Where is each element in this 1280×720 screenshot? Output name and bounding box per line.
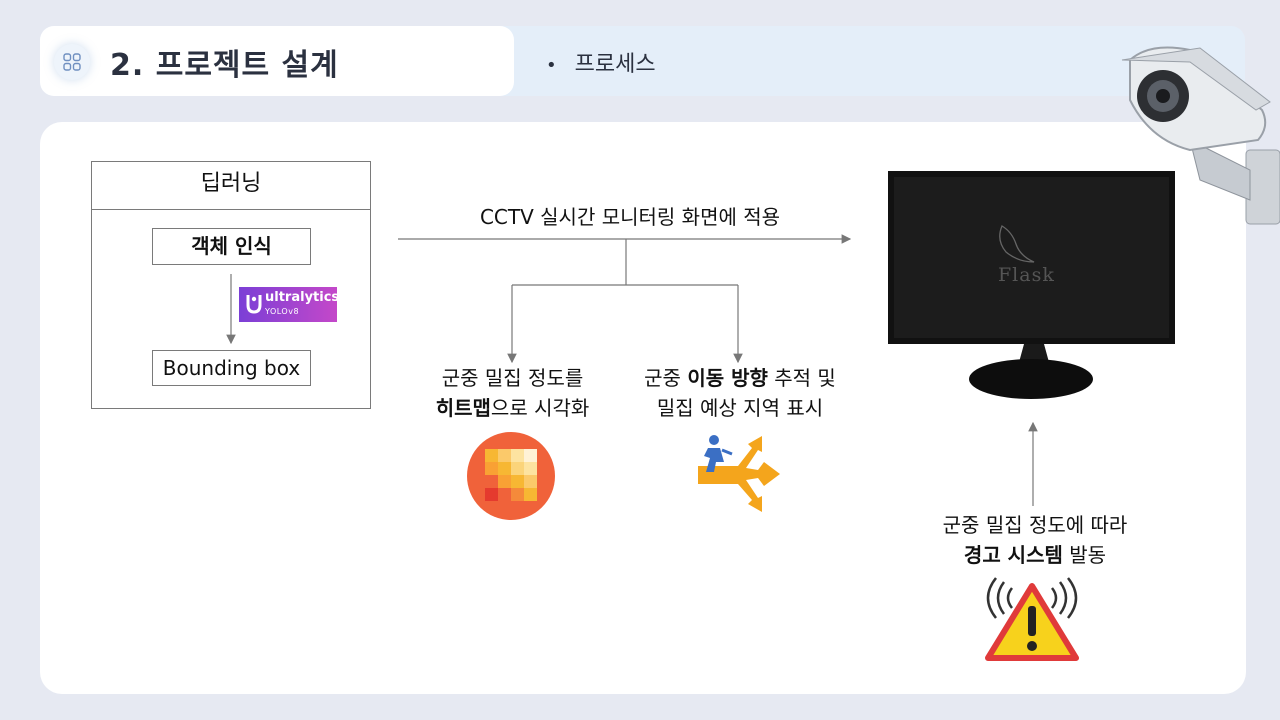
flow-connectors: [226, 46, 1280, 661]
heatmap-bold: 히트맵: [435, 396, 491, 420]
movement-caption-line2: 밀집 예상 지역 표시: [656, 396, 824, 420]
warning-rest: 발동: [1062, 543, 1107, 567]
heatmap-caption-line2: 히트맵으로 시각화: [410, 393, 615, 423]
warning-caption-line2: 경고 시스템 발동: [910, 540, 1160, 570]
warning-bold: 경고 시스템: [963, 543, 1063, 567]
movement-bold: 이동 방향: [687, 366, 768, 390]
warning-caption: 군중 밀집 정도에 따라 경고 시스템 발동: [910, 510, 1160, 570]
movement-suffix: 추적 및: [767, 366, 836, 390]
heatmap-caption: 군중 밀집 정도를 히트맵으로 시각화: [410, 363, 615, 423]
movement-caption-line1: 군중 이동 방향 추적 및: [620, 363, 860, 393]
heatmap-rest: 으로 시각화: [490, 396, 590, 420]
movement-caption: 군중 이동 방향 추적 및 밀집 예상 지역 표시: [620, 363, 860, 423]
heatmap-icon: [467, 432, 555, 520]
warning-caption-line1: 군중 밀집 정도에 따라: [942, 513, 1128, 537]
flask-text: Flask: [998, 264, 1055, 286]
movement-prefix: 군중: [644, 366, 688, 390]
direction-arrows-icon: [698, 435, 780, 512]
warning-icon: [985, 577, 1079, 661]
cctv-caption: CCTV 실시간 모니터링 화면에 적용: [479, 205, 781, 229]
heatmap-caption-line1: 군중 밀집 정도를: [441, 366, 584, 390]
